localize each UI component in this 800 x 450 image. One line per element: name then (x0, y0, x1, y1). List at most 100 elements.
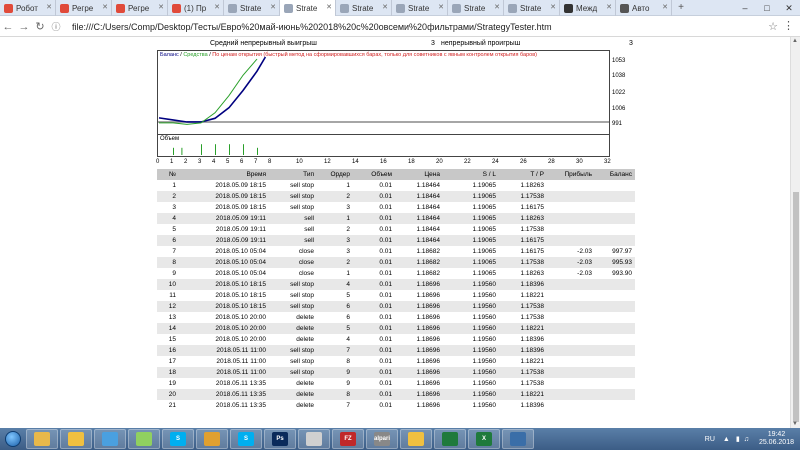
page-content: Средний непрерывный выигрыш 3 непрерывны… (0, 37, 790, 428)
browser-tab[interactable]: Авто ✕ (616, 0, 672, 16)
table-cell: 993.90 (612, 270, 632, 277)
column-header: Цена (395, 169, 443, 180)
clock[interactable]: 19:42 25.06.2018 (759, 431, 794, 447)
tray-arrow-icon[interactable]: ▲ (723, 436, 730, 443)
y-tick-label: 1038 (612, 73, 626, 80)
browser-tab[interactable]: Strate ✕ (280, 0, 336, 16)
browser-tab[interactable]: Strate ✕ (504, 0, 560, 16)
table-cell: 1.18464 (416, 226, 441, 233)
filezilla-icon[interactable]: FZ (332, 429, 364, 449)
table-row: 5 2018.05.09 19:11 sell 2 0.01 1.18464 1.19065… (157, 224, 635, 235)
table-cell: 1.19560 (443, 323, 499, 334)
table-cell: sell stop (269, 279, 317, 290)
new-tab-icon[interactable]: + (672, 0, 690, 15)
start-button[interactable] (0, 428, 26, 450)
tab-close-icon[interactable]: ✕ (662, 3, 668, 11)
tab-favicon-icon (508, 3, 517, 13)
browser-tab[interactable]: Межд ✕ (560, 0, 616, 16)
browser-tab[interactable]: (1) Пр ✕ (168, 0, 224, 16)
y-tick-label: 1053 (612, 58, 626, 65)
page-info-icon[interactable]: ⓘ (48, 20, 64, 33)
table-cell: 1.19560 (472, 292, 497, 299)
x-tick-label: 10 (296, 159, 303, 165)
chrome-icon[interactable] (196, 429, 228, 449)
reload-icon[interactable]: ↻ (32, 20, 48, 33)
tab-close-icon[interactable]: ✕ (214, 3, 220, 11)
url-field[interactable]: file:///C:/Users/Comp/Desktop/Тесты/Евро… (72, 22, 552, 32)
tab-close-icon[interactable]: ✕ (494, 3, 500, 11)
table-cell: 1.18263 (520, 270, 545, 277)
table-cell (547, 180, 595, 191)
table-cell (547, 367, 595, 378)
taskbar-app-label (510, 432, 526, 446)
volume-icon[interactable]: ♫ (744, 436, 749, 443)
table-cell: 1.18696 (416, 358, 441, 365)
table-cell: 1.19065 (443, 257, 499, 268)
windows-icon[interactable] (502, 429, 534, 449)
table-header: № Время Тип Ордер Объем Цена S / LT / P Прибыль… (157, 169, 635, 180)
back-icon[interactable]: ← (0, 21, 16, 33)
scrollbar-thumb[interactable] (793, 192, 799, 422)
close-icon[interactable]: ✕ (778, 3, 800, 14)
browser-tab[interactable]: Strate ✕ (448, 0, 504, 16)
browser-tab[interactable]: Робот ✕ (0, 0, 56, 16)
volume-bar (257, 147, 258, 155)
table-cell: -2.03 (547, 257, 595, 268)
alpari-icon[interactable]: alpari (366, 429, 398, 449)
scroll-up-icon[interactable]: ▲ (792, 38, 798, 44)
table-cell: 2 (157, 191, 179, 202)
vertical-scrollbar[interactable]: ▲ ▼ (790, 37, 800, 428)
browser-tab[interactable]: Strate ✕ (392, 0, 448, 16)
notepad-icon[interactable] (128, 429, 160, 449)
table-row: 20 2018.05.11 13:35 delete 8 0.01 1.18696 1.19… (157, 389, 635, 400)
network-icon[interactable]: ▮ (736, 435, 740, 443)
tab-label: Strate (520, 3, 542, 13)
table-cell (595, 279, 635, 290)
browser-tab[interactable]: Strate ✕ (336, 0, 392, 16)
tab-close-icon[interactable]: ✕ (438, 3, 444, 11)
excel-icon[interactable]: X (468, 429, 500, 449)
tab-label: Регре (128, 3, 150, 13)
system-tray: RU ▲ ▮ ♫ 19:42 25.06.2018 (705, 428, 794, 450)
table-cell: 17 (168, 358, 176, 365)
table-cell: sell (304, 226, 314, 233)
browser-tab[interactable]: Регре ✕ (56, 0, 112, 16)
browser-tab[interactable]: Strate ✕ (224, 0, 280, 16)
skype-icon[interactable]: S (162, 429, 194, 449)
tab-close-icon[interactable]: ✕ (46, 3, 52, 11)
tab-label: Strate (240, 3, 262, 13)
tab-close-icon[interactable]: ✕ (382, 3, 388, 11)
skype-icon[interactable]: S (230, 429, 262, 449)
media-icon[interactable] (94, 429, 126, 449)
bookmark-star-icon[interactable]: ☆ (768, 20, 778, 33)
folder-icon[interactable] (60, 429, 92, 449)
file-icon[interactable] (298, 429, 330, 449)
photoshop-icon[interactable]: Ps (264, 429, 296, 449)
table-cell (547, 323, 595, 334)
forward-icon[interactable]: → (16, 21, 32, 33)
excel-icon[interactable] (434, 429, 466, 449)
tab-close-icon[interactable]: ✕ (102, 3, 108, 11)
table-cell: 16 (157, 345, 179, 356)
table-cell: 1.18696 (395, 323, 443, 334)
scroll-down-icon[interactable]: ▼ (792, 421, 798, 427)
table-cell: 2018.05.11 11:00 (179, 367, 269, 378)
table-cell: 1 (317, 213, 353, 224)
language-indicator[interactable]: RU (705, 436, 715, 443)
table-cell (547, 400, 595, 411)
folder-icon[interactable] (400, 429, 432, 449)
summary-left-label: Средний непрерывный выигрыш (210, 40, 317, 47)
table-cell: sell (269, 235, 317, 246)
table-cell: 1.19560 (472, 380, 497, 387)
maximize-icon[interactable]: □ (756, 3, 778, 13)
tab-close-icon[interactable]: ✕ (158, 3, 164, 11)
tab-close-icon[interactable]: ✕ (550, 3, 556, 11)
explorer-icon[interactable] (26, 429, 58, 449)
tab-close-icon[interactable]: ✕ (326, 3, 332, 11)
table-cell: 1.19560 (472, 402, 497, 409)
minimize-icon[interactable]: – (734, 3, 756, 13)
tab-close-icon[interactable]: ✕ (606, 3, 612, 11)
browser-tab[interactable]: Регре ✕ (112, 0, 168, 16)
tab-close-icon[interactable]: ✕ (270, 3, 276, 11)
menu-icon[interactable]: ⋮ (783, 19, 794, 32)
